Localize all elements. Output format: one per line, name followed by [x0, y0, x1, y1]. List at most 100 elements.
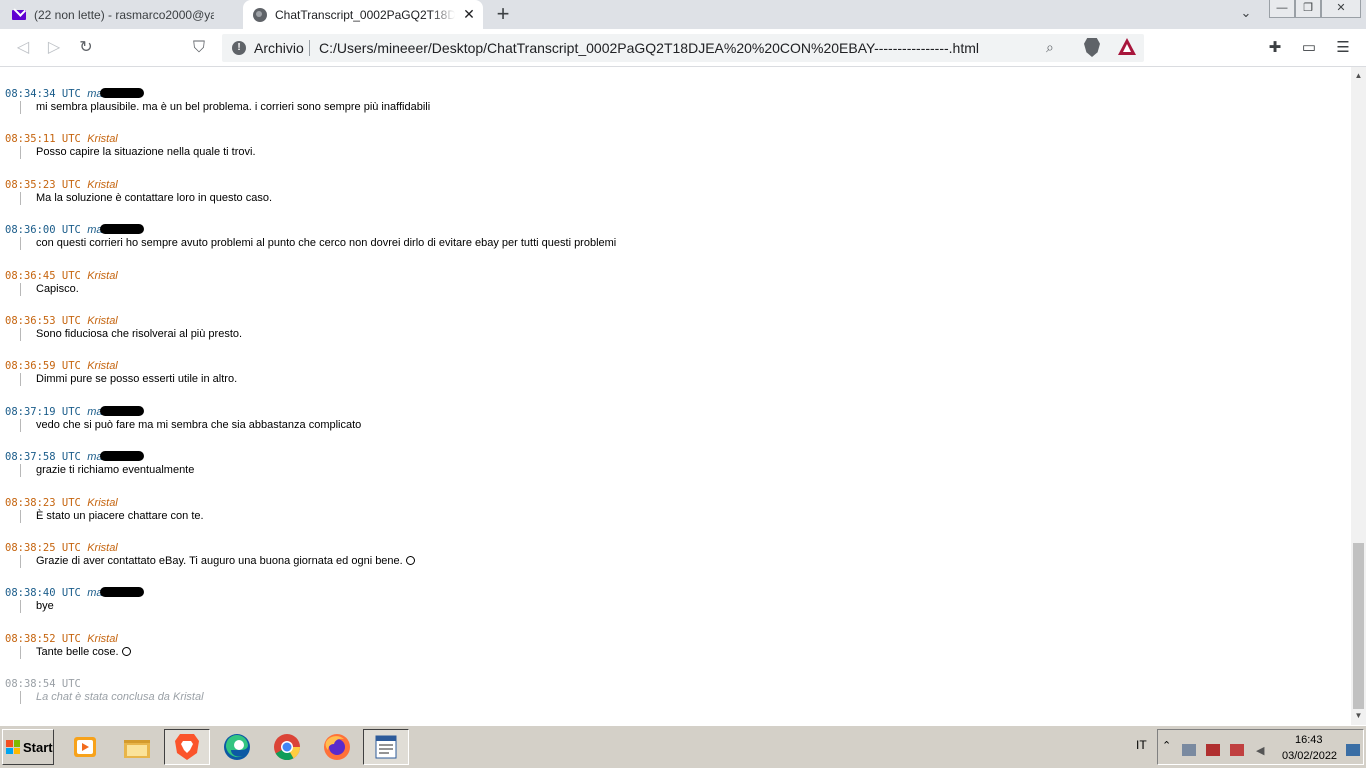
- close-window-button[interactable]: ✕: [1321, 0, 1361, 18]
- new-tab-button[interactable]: +: [491, 3, 515, 27]
- scroll-up-arrow-icon[interactable]: ▲: [1351, 69, 1366, 83]
- bookmark-icon[interactable]: ⛉: [188, 37, 210, 59]
- restore-window-button[interactable]: ❐: [1295, 0, 1321, 18]
- message-text: Sono fiduciosa che risolverai al più pre…: [36, 328, 243, 340]
- taskbar: Start IT ⌃ ◀ 16:43 03/02/2022: [0, 725, 1366, 768]
- show-desktop-icon[interactable]: [1346, 744, 1360, 756]
- smiley-emoji-icon: [121, 647, 131, 656]
- notepad-app-icon[interactable]: [363, 729, 409, 765]
- media-player-icon[interactable]: [62, 729, 108, 765]
- message-header: 08:38:54 UTC: [5, 678, 204, 691]
- tab-chat-transcript[interactable]: ChatTranscript_0002PaGQ2T18DJEA - ✕: [243, 0, 483, 29]
- redaction-mark: [100, 406, 145, 416]
- message-header: 08:35:11 UTC Kristal: [5, 133, 256, 146]
- close-tab-icon[interactable]: ✕: [461, 6, 477, 22]
- redaction-mark: [100, 451, 145, 461]
- forward-button[interactable]: ▷: [43, 37, 65, 59]
- message-body: La chat è stata conclusa da Kristal: [20, 691, 204, 704]
- message-header: 08:38:23 UTC Kristal: [5, 497, 204, 510]
- message-sender: Kristal: [87, 270, 118, 282]
- message-timestamp: 08:35:23 UTC: [5, 179, 81, 191]
- message-timestamp: 08:38:52 UTC: [5, 633, 81, 645]
- chat-message-agent: 08:36:45 UTC Kristal Capisco.: [5, 270, 118, 296]
- security-alert-icon[interactable]: [1206, 744, 1220, 756]
- message-body: con questi corrieri ho sempre avuto prob…: [20, 237, 616, 250]
- chat-message-customer: 08:38:40 UTC ma bye: [5, 587, 145, 613]
- volume-icon[interactable]: ◀: [1256, 744, 1270, 757]
- message-sender: Kristal: [87, 133, 118, 145]
- chat-message-customer: 08:34:34 UTC ma mi sembra plausibile. ma …: [5, 88, 430, 114]
- message-body: Tante belle cose.: [20, 646, 131, 659]
- vertical-scrollbar[interactable]: ▲ ▼: [1351, 67, 1366, 725]
- tab-search-chevron-icon[interactable]: ⌄: [1236, 5, 1256, 25]
- message-body: Dimmi pure se posso esserti utile in alt…: [20, 373, 237, 386]
- wallet-icon[interactable]: ▭: [1298, 37, 1320, 59]
- chat-message-customer: 08:37:19 UTC ma vedo che si può fare ma m…: [5, 406, 361, 432]
- brave-browser-icon[interactable]: [164, 729, 210, 765]
- message-sender: Kristal: [87, 315, 118, 327]
- message-text: Posso capire la situazione nella quale t…: [36, 146, 256, 158]
- chat-message-agent: 08:36:53 UTC Kristal Sono fiduciosa che r…: [5, 315, 242, 341]
- reload-button[interactable]: ↻: [75, 37, 97, 59]
- message-body: È stato un piacere chattare con te.: [20, 510, 204, 523]
- message-timestamp: 08:34:34 UTC: [5, 88, 81, 100]
- message-text: È stato un piacere chattare con te.: [36, 510, 204, 522]
- chat-message-agent: 08:38:52 UTC Kristal Tante belle cose.: [5, 633, 131, 659]
- brave-rewards-icon[interactable]: [1118, 38, 1136, 55]
- zoom-icon[interactable]: ⌕: [1046, 39, 1054, 56]
- show-hidden-icons-icon[interactable]: ⌃: [1162, 739, 1176, 752]
- start-button[interactable]: Start: [2, 729, 54, 765]
- url-text[interactable]: C:/Users/mineeer/Desktop/ChatTranscript_…: [319, 40, 979, 56]
- clock-date[interactable]: 03/02/2022: [1282, 750, 1337, 762]
- message-timestamp: 08:38:23 UTC: [5, 497, 81, 509]
- message-body: Sono fiduciosa che risolverai al più pre…: [20, 328, 242, 341]
- message-timestamp: 08:38:25 UTC: [5, 542, 81, 554]
- chat-message-customer: 08:36:00 UTC ma con questi corrieri ho se…: [5, 224, 616, 250]
- message-header: 08:38:25 UTC Kristal: [5, 542, 415, 555]
- tab-title: (22 non lette) - rasmarco2000@yahoo.it -: [34, 7, 214, 22]
- message-header: 08:36:53 UTC Kristal: [5, 315, 242, 328]
- address-bar[interactable]: ! Archivio C:/Users/mineeer/Desktop/Chat…: [222, 34, 1144, 62]
- language-indicator[interactable]: IT: [1136, 738, 1147, 752]
- message-sender: Kristal: [87, 633, 118, 645]
- chat-message-customer: 08:37:58 UTC ma grazie ti richiamo eventu…: [5, 451, 194, 477]
- action-center-icon[interactable]: [1230, 744, 1244, 756]
- message-timestamp: 08:36:45 UTC: [5, 270, 81, 282]
- message-header: 08:36:59 UTC Kristal: [5, 360, 237, 373]
- message-body: Capisco.: [20, 283, 118, 296]
- minimize-window-button[interactable]: —: [1269, 0, 1295, 18]
- message-timestamp: 08:37:19 UTC: [5, 406, 81, 418]
- message-sender: Kristal: [87, 360, 118, 372]
- message-text: vedo che si può fare ma mi sembra che si…: [36, 419, 362, 431]
- message-header: 08:36:00 UTC ma: [5, 224, 616, 237]
- message-text: Capisco.: [36, 283, 79, 295]
- scrollbar-thumb[interactable]: [1353, 543, 1364, 709]
- yahoo-mail-icon: [12, 9, 26, 20]
- message-header: 08:38:52 UTC Kristal: [5, 633, 131, 646]
- network-icon[interactable]: [1182, 744, 1196, 756]
- menu-icon[interactable]: ☰: [1332, 37, 1354, 59]
- scroll-down-arrow-icon[interactable]: ▼: [1351, 709, 1366, 723]
- globe-icon: [253, 7, 267, 22]
- message-body: grazie ti richiamo eventualmente: [20, 464, 194, 477]
- edge-browser-icon[interactable]: [214, 729, 260, 765]
- browser-toolbar: ◁ ▷ ↻ ⛉ ! Archivio C:/Users/mineeer/Desk…: [0, 29, 1366, 67]
- firefox-browser-icon[interactable]: [314, 729, 360, 765]
- extensions-icon[interactable]: ✚: [1264, 37, 1286, 59]
- message-sender: Kristal: [87, 179, 118, 191]
- site-info-icon[interactable]: !: [232, 41, 246, 55]
- message-text: grazie ti richiamo eventualmente: [36, 464, 195, 476]
- message-text: Tante belle cose.: [36, 646, 119, 658]
- chat-message-system: 08:38:54 UTC La chat è stata conclusa da …: [5, 678, 204, 704]
- chrome-browser-icon[interactable]: [264, 729, 310, 765]
- message-sender: Kristal: [87, 542, 118, 554]
- message-text: bye: [36, 600, 54, 612]
- chat-message-agent: 08:38:23 UTC Kristal È stato un piacere c…: [5, 497, 204, 523]
- tab-yahoo-mail[interactable]: (22 non lette) - rasmarco2000@yahoo.it -: [0, 0, 241, 29]
- back-button[interactable]: ◁: [12, 37, 34, 59]
- message-header: 08:37:19 UTC ma: [5, 406, 361, 419]
- redaction-mark: [100, 224, 145, 234]
- file-explorer-icon[interactable]: [114, 729, 160, 765]
- clock-time[interactable]: 16:43: [1295, 734, 1323, 746]
- brave-shields-icon[interactable]: [1084, 38, 1100, 57]
